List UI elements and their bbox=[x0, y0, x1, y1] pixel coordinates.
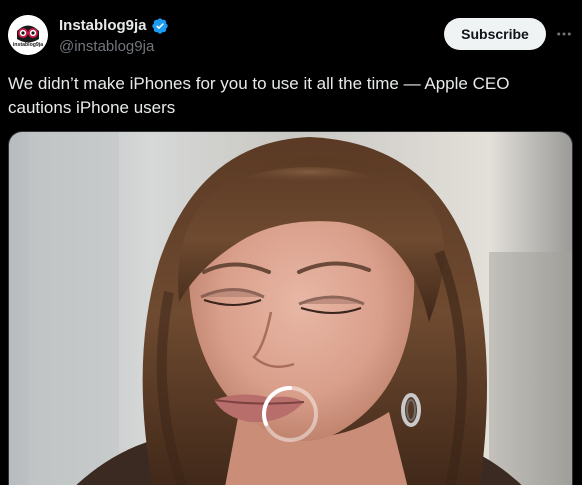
display-name[interactable]: Instablog9ja bbox=[59, 16, 147, 36]
verified-badge-icon bbox=[151, 18, 168, 34]
subscribe-button[interactable]: Subscribe bbox=[444, 18, 546, 50]
post: instablog9ja Instablog9ja @instablog9ja … bbox=[0, 0, 582, 485]
user-name-row: Instablog9ja bbox=[59, 16, 169, 36]
more-horizontal-icon[interactable] bbox=[552, 20, 576, 48]
post-text: We didn’t make iPhones for you to use it… bbox=[8, 74, 510, 117]
loading-spinner-icon bbox=[262, 386, 318, 442]
avatar-text: instablog9ja bbox=[13, 42, 43, 48]
user-handle[interactable]: @instablog9ja bbox=[59, 37, 154, 57]
avatar[interactable]: instablog9ja bbox=[8, 15, 48, 55]
